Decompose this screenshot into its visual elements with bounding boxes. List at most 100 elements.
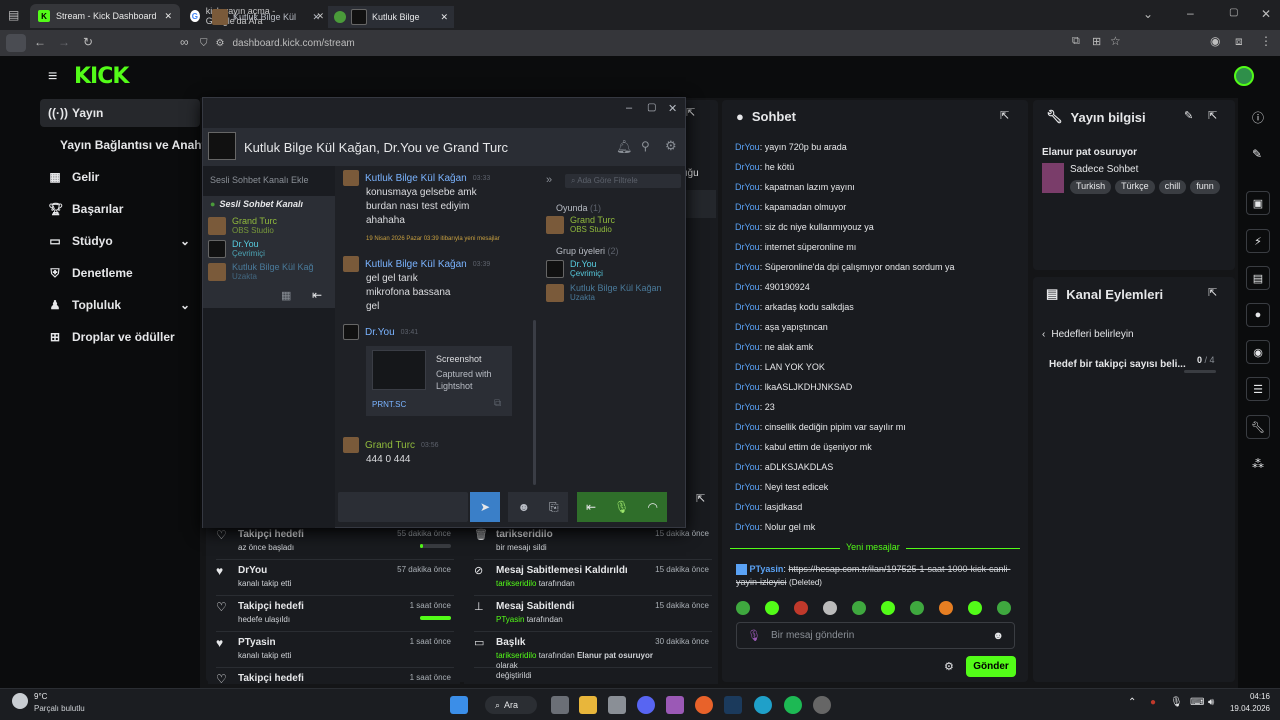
weather-icon[interactable] [12,693,28,709]
steam-send-button[interactable]: ➤ [470,492,500,522]
firefox-icon[interactable] [695,696,713,714]
link-embed[interactable]: Screenshot Captured with Lightshot PRNT.SC… [366,346,512,416]
maximize-icon[interactable]: ▢ [647,102,656,113]
reload-icon[interactable]: ↻ [83,35,93,49]
member-row[interactable]: Kutluk Bilge Kül Kağan Uzakta [546,284,662,302]
chat-user[interactable]: DrYou [735,162,760,172]
profile-icon[interactable]: ◉ [1210,34,1220,48]
sidebar-item-denetleme[interactable]: ⛨ Denetleme [48,259,208,287]
list-icon[interactable]: ☰ [1246,377,1270,401]
close-icon[interactable]: ✕ [312,12,320,23]
copilot-icon[interactable] [666,696,684,714]
chat-user[interactable]: DrYou [735,142,760,152]
close-icon[interactable]: ✕ [164,11,172,22]
emote-icon[interactable] [939,601,953,615]
chat-user[interactable]: DrYou [735,322,760,332]
sidebar-item-gelir[interactable]: ▦ Gelir [48,163,208,191]
emote-icon[interactable] [968,601,982,615]
screen-icon[interactable]: ▣ [1246,191,1270,215]
emote-icon[interactable] [765,601,779,615]
emoji-icon[interactable]: ☻ [992,630,1004,642]
chat-user[interactable]: DrYou [735,502,760,512]
steam-message-input[interactable] [338,492,468,522]
voice-member[interactable]: Dr.You Çevrimiçi [208,240,265,258]
member-row[interactable]: Grand Turc OBS Studio [546,216,615,234]
tray-chevron-icon[interactable]: ⌃ [1128,697,1136,708]
file-explorer-icon[interactable] [579,696,597,714]
chat-user[interactable]: DrYou [735,222,760,232]
book-icon[interactable]: ▤ [1246,266,1270,290]
embed-site[interactable]: PRNT.SC [372,400,406,409]
voice-member[interactable]: Grand Turc OBS Studio [208,217,277,235]
window-close-icon[interactable]: ✕ [1261,7,1271,21]
minimize-icon[interactable]: – [626,102,632,114]
tag[interactable]: chill [1158,180,1187,194]
sender-name[interactable]: Kutluk Bilge Kül Kağan [365,259,467,270]
chat-user[interactable]: DrYou [735,282,760,292]
kick-logo[interactable]: KICK [74,64,129,89]
emoji-icon[interactable]: ☻ [517,500,530,514]
chat-user[interactable]: DrYou [735,522,760,532]
sidebar-item-droplar[interactable]: ⊞ Droplar ve ödüller [48,323,208,351]
calendar-icon[interactable]: ▦ [281,289,291,302]
close-icon[interactable]: ✕ [440,12,448,23]
close-icon[interactable]: ✕ [668,102,677,115]
emote-icon[interactable] [881,601,895,615]
paperclip-icon[interactable]: ⎘ [549,500,559,515]
store-icon[interactable] [608,696,626,714]
taskbar-search[interactable]: ⌕ Ara [485,696,537,714]
site-settings-icon[interactable]: ⚙ [216,38,225,49]
scrollbar[interactable] [533,320,536,485]
chat-user[interactable]: DrYou [735,362,760,372]
maximize-icon[interactable]: ▢ [1229,7,1238,18]
gear-icon[interactable]: ⚙ [665,138,677,154]
broadcast-icon[interactable]: ◉ [1246,340,1270,364]
leave-voice-icon[interactable]: ⇤ [312,288,322,302]
member-search-input[interactable]: ⌕ Ada Göre Filtrele [565,174,681,188]
sidebar-item-basarilar[interactable]: 🏆︎ Başarılar [48,195,208,223]
popout-icon[interactable]: ⇱ [1000,109,1009,122]
glasses-icon[interactable]: ∞ [180,35,189,49]
chat-user[interactable]: DrYou [735,402,760,412]
chat-user[interactable]: DrYou [735,442,760,452]
emote-icon[interactable] [736,601,750,615]
spotify-icon[interactable] [784,696,802,714]
obs-icon[interactable] [813,696,831,714]
chat-user[interactable]: DrYou [735,342,760,352]
chat-icon[interactable]: ● [1246,303,1270,327]
microphone-icon[interactable]: 🎙︎ [747,629,761,642]
volume-icon[interactable]: 🔊︎ [1208,697,1214,708]
emote-icon[interactable] [852,601,866,615]
add-friend-icon[interactable]: ⚲ [641,139,650,153]
avatar[interactable] [1234,66,1254,86]
browser-menu-icon[interactable]: ▤ [8,8,19,22]
steam-icon[interactable] [724,696,742,714]
network-icon[interactable]: ⌨︎ [1190,697,1204,708]
bell-icon[interactable]: 🔔︎ [616,139,633,155]
extensions-icon[interactable]: ⧈ [1235,34,1243,49]
chat-user[interactable]: DrYou [735,202,760,212]
wrench-icon[interactable]: 🔧︎ [1246,415,1270,439]
screenshot-icon[interactable]: ⧉ [1072,35,1080,48]
activity-user[interactable]: tarikseridilo [496,651,536,660]
minimize-icon[interactable]: – [1187,6,1194,20]
chat-user[interactable]: DrYou [735,242,760,252]
tag[interactable]: Turkish [1070,180,1112,194]
steam-tab-active[interactable]: Kutluk Bilge ✕ [328,6,454,28]
emote-icon[interactable] [823,601,837,615]
install-icon[interactable]: ⊞ [1092,35,1101,48]
popout-icon[interactable]: ⇱ [686,106,716,126]
url-field[interactable]: ⛉ ⚙ dashboard.kick.com/stream [200,34,1080,52]
forward-icon[interactable]: → [58,35,70,49]
add-voice-channel[interactable]: Sesli Sohbet Kanalı Ekle [210,175,309,185]
tray-mic-icon[interactable]: 🎙︎ [1170,697,1183,708]
voice-channel-name[interactable]: ● Sesli Sohbet Kanalı [210,199,303,209]
activity-user[interactable]: tarikseridilo [496,579,536,588]
chat-user[interactable]: DrYou [735,262,760,272]
chat-input[interactable]: 🎙︎ Bir mesaj gönderin ☻ [736,622,1015,649]
headphones-icon[interactable]: ◠ [647,500,657,514]
activity-user[interactable]: PTyasin [496,615,524,624]
emote-icon[interactable] [910,601,924,615]
popout-icon[interactable]: ⇱ [1208,109,1217,122]
popout-icon[interactable]: ⇱ [1208,286,1217,299]
